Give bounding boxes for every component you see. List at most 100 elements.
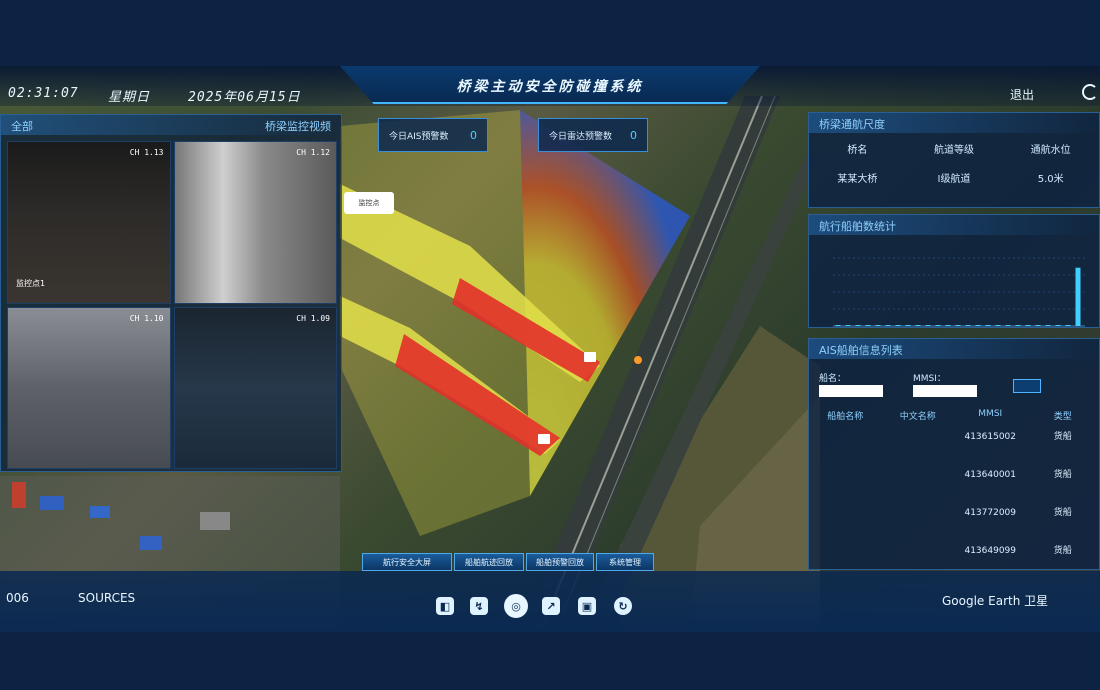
locate-icon[interactable]: ◎	[504, 594, 528, 618]
layer-icon[interactable]: ◧	[436, 597, 454, 615]
column-header: 中文名称	[899, 412, 936, 422]
table-row[interactable]: 413615002 货船	[809, 431, 1099, 469]
cell-name	[809, 469, 882, 507]
chart-bar[interactable]	[865, 325, 871, 326]
chart-bar[interactable]	[955, 325, 961, 326]
ais-list-panel: AIS船舶信息列表 船名： MMSI： 船舶名称 中文名称 MMSI 类型 41…	[808, 338, 1100, 570]
chart-bar[interactable]	[985, 325, 991, 326]
chart-bar[interactable]	[905, 325, 911, 326]
stat-label: 今日雷达预警数	[549, 131, 613, 142]
chart-bar[interactable]	[1045, 325, 1051, 326]
clock-date: 2025年06月15日	[188, 90, 301, 105]
chart-bar[interactable]	[1055, 325, 1061, 326]
chart-bar[interactable]	[935, 325, 941, 326]
cell-mmsi: 413615002	[964, 432, 1017, 442]
cell-type: 货船	[1053, 432, 1072, 442]
power-icon[interactable]	[1082, 84, 1098, 100]
bridge-info-grid: 桥名 航道等级 通航水位 某某大桥 Ⅰ级航道 5.0米	[809, 141, 1099, 185]
ais-table-body: 413615002 货船 413640001 货船 413772009 货船 4…	[809, 431, 1099, 583]
clock-time: 02:31:07	[8, 86, 79, 101]
camera-grid: CH 1.13 监控点1 CH 1.12 CH 1.10 CH 1.09	[7, 141, 337, 469]
camera-feed-4[interactable]: CH 1.09	[173, 306, 337, 469]
chart-bar[interactable]	[885, 325, 891, 326]
footer-attribution: Google Earth 卫星	[942, 594, 1049, 608]
clock-weekday: 星期日	[108, 90, 151, 105]
chart-bar[interactable]	[1015, 325, 1021, 326]
chart-bar[interactable]	[915, 325, 921, 326]
chart-bar[interactable]	[925, 325, 931, 326]
tab-track-replay[interactable]: 船舶航迹回放	[454, 553, 524, 571]
cell-type: 货船	[1053, 470, 1072, 480]
tab-warning-replay[interactable]: 船舶预警回放	[526, 553, 594, 571]
footer-sources: SOURCES	[78, 591, 136, 605]
tab-system-admin[interactable]: 系统管理	[596, 553, 654, 571]
fullscreen-icon[interactable]: ▣	[578, 597, 596, 615]
chart-bar[interactable]	[1075, 267, 1081, 326]
chart-bar[interactable]	[1005, 325, 1011, 326]
camera-label: CH 1.12	[296, 148, 330, 157]
stat-value: 0	[470, 128, 477, 142]
exit-button[interactable]: 退出	[1010, 86, 1034, 103]
chart-bar[interactable]	[895, 325, 901, 326]
app-root: 桥梁主动安全防碰撞系统 02:31:07 星期日 2025年06月15日 退出 …	[0, 0, 1100, 690]
refresh-icon[interactable]: ↻	[614, 597, 632, 615]
stat-ais-warnings: 今日AIS预警数 0	[378, 118, 488, 152]
ship-name-filter-label: 船名：	[819, 374, 847, 384]
mmsi-input[interactable]	[913, 385, 977, 397]
bridge-info-header: 航道等级	[933, 145, 974, 156]
camera-feed-2[interactable]: CH 1.12	[173, 141, 337, 304]
ais-list-title: AIS船舶信息列表	[809, 339, 1099, 359]
camera-feed-1[interactable]: CH 1.13 监控点1	[7, 141, 171, 304]
cell-mmsi: 413772009	[964, 508, 1017, 518]
cell-type: 货船	[1053, 508, 1072, 518]
video-panel: 全部 桥梁监控视频 CH 1.13 监控点1 CH 1.12 CH 1.10 C…	[0, 114, 342, 472]
chart-bar[interactable]	[1035, 325, 1041, 326]
chart-bar[interactable]	[995, 325, 1001, 326]
bridge-info-header: 桥名	[847, 145, 868, 156]
chart-bar[interactable]	[875, 325, 881, 326]
chart-bar[interactable]	[835, 325, 841, 326]
flow-chart	[833, 257, 1085, 327]
bridge-info-value: 某某大桥	[837, 174, 878, 185]
map-popup[interactable]: 监控点	[344, 192, 394, 214]
video-filter-all[interactable]: 全部	[11, 118, 33, 133]
camera-label: CH 1.13	[129, 148, 164, 157]
ruler-icon[interactable]: ↯	[470, 597, 488, 615]
column-header: 类型	[1053, 412, 1072, 422]
chart-bar[interactable]	[965, 325, 971, 326]
camera-caption: 监控点1	[16, 278, 46, 288]
column-header: MMSI	[978, 409, 1003, 419]
flow-chart-panel: 航行船舶数统计	[808, 214, 1100, 328]
video-panel-header: 全部 桥梁监控视频	[1, 115, 341, 135]
cell-name	[809, 507, 882, 545]
search-button[interactable]	[1013, 379, 1041, 393]
tab-safety-screen[interactable]: 航行安全大屏	[362, 553, 452, 571]
cursor-icon[interactable]: ↗	[542, 597, 560, 615]
camera-feed-3[interactable]: CH 1.10	[7, 306, 171, 469]
page-title: 桥梁主动安全防碰撞系统	[456, 79, 644, 95]
cell-mmsi: 413640001	[964, 470, 1017, 480]
chart-bar[interactable]	[1065, 325, 1071, 326]
flow-chart-title: 航行船舶数统计	[809, 215, 1099, 235]
stat-value: 0	[630, 128, 637, 142]
bridge-info-panel: 桥梁通航尺度 桥名 航道等级 通航水位 某某大桥 Ⅰ级航道 5.0米	[808, 112, 1100, 208]
stat-radar-warnings: 今日雷达预警数 0	[538, 118, 648, 152]
chart-bar[interactable]	[945, 325, 951, 326]
chart-bar[interactable]	[855, 325, 861, 326]
camera-label: CH 1.10	[129, 313, 164, 323]
bridge-info-value: 5.0米	[1037, 174, 1064, 185]
chart-bar[interactable]	[845, 325, 851, 326]
chart-bar[interactable]	[975, 325, 981, 326]
cell-name	[809, 431, 882, 469]
chart-bar[interactable]	[1025, 325, 1031, 326]
table-row[interactable]: 413640001 货船	[809, 469, 1099, 507]
cell-cn	[882, 469, 955, 507]
cell-cn	[882, 507, 955, 545]
bridge-info-value: Ⅰ级航道	[937, 174, 971, 185]
footer-number: 006	[6, 591, 29, 605]
cell-cn	[882, 431, 955, 469]
ship-name-input[interactable]	[819, 385, 883, 397]
table-row[interactable]: 413772009 货船	[809, 507, 1099, 545]
mmsi-filter-label: MMSI：	[913, 374, 946, 384]
column-header: 船舶名称	[827, 412, 864, 422]
